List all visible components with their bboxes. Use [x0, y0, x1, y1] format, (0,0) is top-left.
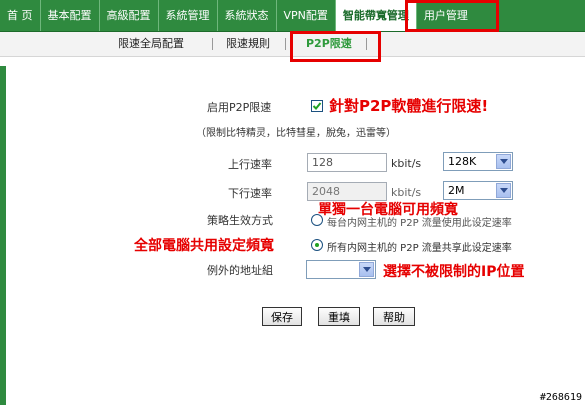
policy-option-shared-radio[interactable] — [311, 239, 323, 251]
watermark-id: #268619 — [539, 392, 582, 403]
left-sidebar-strip — [0, 66, 6, 405]
upload-rate-unit: kbit/s — [391, 157, 422, 170]
upload-rate-select[interactable]: 128K — [443, 152, 513, 171]
annotation-all-pc: 全部電腦共用設定頻寬 — [134, 238, 274, 254]
p2p-enable-label: 启用P2P限速 — [207, 101, 272, 114]
policy-option-shared-label: 所有内网主机的 P2P 流量共享此设定速率 — [327, 243, 512, 254]
annotation-p2p-limit: 針對P2P軟體進行限速! — [329, 97, 489, 115]
exception-group-label: 例外的地址組 — [207, 264, 273, 277]
nav-item-vpn-config[interactable]: VPN配置 — [277, 0, 336, 31]
subnav-item-rate-rules[interactable]: 限速規則 — [226, 32, 270, 56]
annotation-exception-ip: 選擇不被限制的IP位置 — [383, 264, 525, 280]
reset-button[interactable]: 重填 — [318, 307, 360, 326]
exception-group-select[interactable] — [306, 260, 376, 279]
upload-rate-input[interactable] — [307, 153, 387, 172]
p2p-note: （限制比特精灵，比特彗星，脫兔，迅雷等） — [196, 128, 396, 139]
download-rate-label: 下行速率 — [228, 187, 272, 200]
annotation-single-pc: 單獨一台電腦可用頻寬 — [318, 202, 458, 218]
nav-item-system-status[interactable]: 系統狀态 — [218, 0, 277, 31]
dropdown-arrow-icon — [359, 262, 374, 277]
help-button[interactable]: 帮助 — [373, 307, 415, 326]
dropdown-arrow-icon — [496, 183, 511, 198]
nav-item-home[interactable]: 首 页 — [0, 0, 41, 31]
download-rate-select-value: 2M — [448, 184, 465, 197]
subnav-separator — [285, 38, 286, 50]
checkmark-icon — [312, 102, 322, 110]
upload-rate-select-value: 128K — [448, 155, 477, 168]
dropdown-arrow-icon — [496, 154, 511, 169]
nav-item-system-management[interactable]: 系統管理 — [159, 0, 218, 31]
subnav-separator — [212, 38, 213, 50]
nav-item-advanced-config[interactable]: 高級配置 — [100, 0, 159, 31]
subnav-item-global-config[interactable]: 限速全局配置 — [118, 32, 184, 56]
nav-highlight-box — [405, 0, 499, 32]
p2p-enable-checkbox[interactable] — [311, 100, 323, 112]
download-rate-unit: kbit/s — [391, 186, 422, 199]
subnav-highlight-box — [290, 31, 381, 62]
nav-item-basic-config[interactable]: 基本配置 — [41, 0, 100, 31]
policy-mode-label: 策略生效方式 — [207, 214, 273, 227]
download-rate-select[interactable]: 2M — [443, 181, 513, 200]
save-button[interactable]: 保存 — [262, 307, 302, 326]
upload-rate-label: 上行速率 — [228, 158, 272, 171]
